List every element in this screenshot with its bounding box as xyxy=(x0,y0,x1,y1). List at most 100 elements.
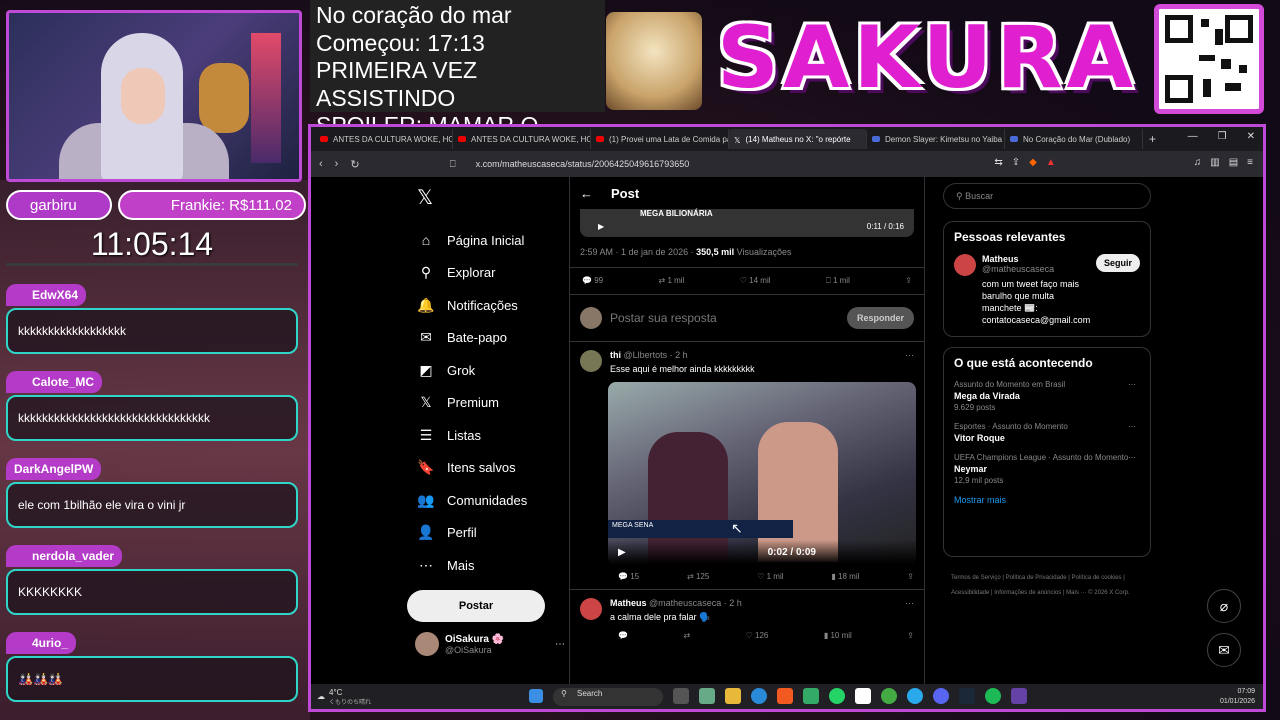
play-icon[interactable]: ▶ xyxy=(598,222,604,231)
share-icon[interactable]: ⇪ xyxy=(907,572,914,581)
system-clock[interactable]: 07:09 01/01/2026 xyxy=(1220,687,1255,707)
repost-icon[interactable]: ⇄ 1 mil xyxy=(659,276,685,286)
nav-grok[interactable]: ◩ Grok xyxy=(407,354,567,387)
brave-icon[interactable] xyxy=(777,688,793,704)
maximize-icon[interactable]: ❐ xyxy=(1218,131,1227,142)
bookmark-icon[interactable]: ⎕ 1 mil xyxy=(826,276,850,286)
chat-text: kkkkkkkkkkkkkkkkkkkkkkkkkkkkkkkk xyxy=(6,395,298,441)
play-icon[interactable]: ▶ xyxy=(618,547,626,558)
repost-icon[interactable]: ⇄ xyxy=(683,631,690,640)
people-icon: 👥 xyxy=(417,491,435,508)
share-icon[interactable]: ⇪ xyxy=(905,276,912,286)
reply-icon[interactable]: 💬 99 xyxy=(582,276,603,286)
back-icon[interactable]: ‹ xyxy=(319,158,323,171)
nav-chat[interactable]: ✉ Bate-papo xyxy=(407,322,567,355)
chat-username: 4urio_ xyxy=(6,632,77,654)
x-icon: 𝕏 xyxy=(420,394,432,411)
nav-bookmarks[interactable]: 🔖 Itens salvos xyxy=(407,452,567,485)
views-icon[interactable]: ▮ 18 mil xyxy=(831,572,859,581)
edge-icon[interactable] xyxy=(751,688,767,704)
reply-icon[interactable]: 💬 xyxy=(618,631,628,640)
back-arrow-icon[interactable]: ← xyxy=(580,186,593,201)
spotify-icon[interactable] xyxy=(985,688,1001,704)
trend-item[interactable]: Assunto do Momento em Brasil ⋯ Mega da Vir… xyxy=(954,380,1140,412)
reply-icon[interactable]: 💬 15 xyxy=(618,572,639,581)
account-switcher[interactable]: OiSakura 🌸 @OiSakura ⋯ xyxy=(415,632,565,656)
browser-tab[interactable]: ANTES DA CULTURA WOKE, HOLL xyxy=(453,129,591,149)
grok-icon[interactable]: ⌀ xyxy=(1207,589,1241,623)
follow-button[interactable]: Seguir xyxy=(1095,254,1140,272)
minimize-icon[interactable]: — xyxy=(1188,131,1198,142)
nav-notifications[interactable]: 🔔 Notificações xyxy=(407,289,567,322)
more-icon[interactable]: ⋯ xyxy=(905,350,914,361)
menu-icon[interactable]: ≡ xyxy=(1247,157,1253,168)
share-icon[interactable]: ⇪ xyxy=(1012,157,1020,168)
video-player[interactable]: MEGA SENA ▶ 0:02 / 0:09 xyxy=(608,382,916,564)
browser-tab[interactable]: Demon Slayer: Kimetsu no Yaiba xyxy=(867,129,1005,149)
nav-more[interactable]: ⋯ Mais xyxy=(407,549,567,582)
like-icon[interactable]: ♡ 14 mil xyxy=(740,276,771,286)
translate-icon[interactable]: ⇆ xyxy=(994,157,1002,168)
taskbar-search[interactable]: ⚲ Search xyxy=(553,688,663,706)
app-icon[interactable] xyxy=(855,688,871,704)
page-title: Post xyxy=(611,185,640,201)
mail-icon[interactable]: ✉ xyxy=(1207,633,1241,667)
reply-composer: Postar sua resposta Responder xyxy=(570,295,924,342)
reply-tweet[interactable]: Matheus @matheuscaseca · 2 h ⋯ a calma de… xyxy=(570,590,924,623)
nav-lists[interactable]: ☰ Listas xyxy=(407,419,567,452)
trend-item[interactable]: Esportes · Assunto do Momento ⋯ Vitor Roqu… xyxy=(954,422,1140,443)
show-more-link[interactable]: Mostrar mais xyxy=(954,495,1140,505)
more-icon[interactable]: ⋯ xyxy=(905,598,914,609)
forward-icon[interactable]: › xyxy=(335,158,339,171)
sidebar-icon[interactable]: ▥ xyxy=(1210,157,1219,168)
search-input[interactable]: ⚲ Buscar xyxy=(943,183,1151,209)
repost-icon[interactable]: ⇄ 125 xyxy=(687,572,709,581)
reload-icon[interactable]: ↻ xyxy=(350,158,359,171)
weather-widget[interactable]: ☁ 4°C くもりのち晴れ xyxy=(317,688,371,706)
rewards-icon[interactable]: ▲ xyxy=(1046,157,1056,168)
nav-communities[interactable]: 👥 Comunidades xyxy=(407,484,567,517)
task-view-icon[interactable] xyxy=(673,688,689,704)
file-explorer-icon[interactable] xyxy=(725,688,741,704)
copilot-icon[interactable] xyxy=(699,688,715,704)
whatsapp-icon[interactable] xyxy=(829,688,845,704)
url-field[interactable]: x.com/matheuscaseca/status/2006425049616… xyxy=(476,159,690,169)
search-icon: ⚲ xyxy=(420,264,432,281)
like-icon[interactable]: ♡ 1 mil xyxy=(757,572,783,581)
bookmark-icon[interactable]: ⎕ xyxy=(450,159,456,170)
browser-tab-active[interactable]: 𝕏 (14) Matheus no X: "o repórte xyxy=(729,129,867,149)
post-button[interactable]: Postar xyxy=(407,589,545,622)
share-icon[interactable]: ⇪ xyxy=(907,631,914,640)
steam-icon[interactable] xyxy=(959,688,975,704)
store-icon[interactable] xyxy=(803,688,819,704)
tweet-author: Matheus xyxy=(610,598,647,608)
trend-item[interactable]: UEFA Champions League · Assunto do Momen… xyxy=(954,453,1140,485)
reply-tweet[interactable]: thi @Llbertots · 2 h ⋯ Esse aqui é melhor… xyxy=(570,342,924,374)
windows-start-icon[interactable] xyxy=(529,689,543,703)
x-logo-icon[interactable]: 𝕏 xyxy=(417,185,567,210)
person-bio: com um tweet faço mais barulho que multa… xyxy=(982,279,1091,325)
close-icon[interactable]: ✕ xyxy=(1247,131,1255,142)
browser-tab[interactable]: ANTES DA CULTURA WOKE, HOLL xyxy=(315,129,453,149)
new-tab-icon[interactable]: + xyxy=(1149,132,1156,146)
browser-tab[interactable]: (1) Provei uma Lata de Comida pa xyxy=(591,129,729,149)
chrome-icon[interactable] xyxy=(881,688,897,704)
more-icon[interactable]: ⋯ xyxy=(555,639,565,650)
music-icon[interactable]: ♫ xyxy=(1194,157,1202,168)
views-icon[interactable]: ▮ 10 mil xyxy=(824,631,852,640)
reply-button[interactable]: Responder xyxy=(846,307,914,329)
nav-home[interactable]: ⌂ Página Inicial xyxy=(407,224,567,257)
footer-links[interactable]: Termos de Serviço | Política de Privacid… xyxy=(951,571,1151,601)
nav-premium[interactable]: 𝕏 Premium xyxy=(407,387,567,420)
video-player[interactable]: MEGA BILIONÁRIA ▶ 0:11 / 0:16 xyxy=(580,209,914,237)
discord-icon[interactable] xyxy=(933,688,949,704)
nav-profile[interactable]: 👤 Perfil xyxy=(407,517,567,550)
browser-tab[interactable]: No Coração do Mar (Dublado) xyxy=(1005,129,1143,149)
brave-shield-icon[interactable]: ◆ xyxy=(1029,157,1037,168)
telegram-icon[interactable] xyxy=(907,688,923,704)
nav-explore[interactable]: ⚲ Explorar xyxy=(407,257,567,290)
reply-input[interactable]: Postar sua resposta xyxy=(610,311,717,325)
wallet-icon[interactable]: ▤ xyxy=(1229,157,1238,168)
like-icon[interactable]: ♡ 126 xyxy=(746,631,769,640)
twitch-icon[interactable] xyxy=(1011,688,1027,704)
